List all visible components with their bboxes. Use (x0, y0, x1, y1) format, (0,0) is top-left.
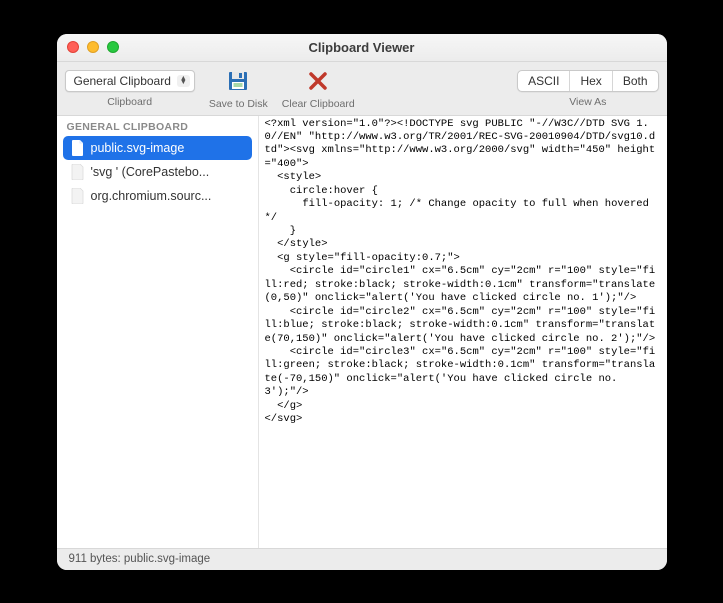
view-as-label: View As (569, 96, 606, 108)
file-icon (71, 140, 85, 156)
main-area: GENERAL CLIPBOARD public.svg-image 'svg … (57, 116, 667, 548)
view-as-segmented: ASCII Hex Both (517, 70, 658, 92)
content-area[interactable]: <?xml version="1.0"?><!DOCTYPE svg PUBLI… (259, 116, 667, 548)
save-label: Save to Disk (209, 98, 268, 110)
dropdown-label: Clipboard (107, 96, 152, 108)
sidebar-item[interactable]: org.chromium.sourc... (57, 184, 258, 208)
clipboard-dropdown[interactable]: General Clipboard ▲▼ (65, 70, 195, 92)
file-icon (71, 188, 85, 204)
floppy-disk-icon (225, 68, 251, 94)
view-as-group: ASCII Hex Both View As (517, 66, 658, 108)
clear-label: Clear Clipboard (282, 98, 355, 110)
sidebar-item[interactable]: 'svg ' (CorePastebo... (57, 160, 258, 184)
minimize-window-button[interactable] (87, 41, 99, 53)
sidebar-item-label: public.svg-image (91, 141, 185, 155)
maximize-window-button[interactable] (107, 41, 119, 53)
sidebar-header: GENERAL CLIPBOARD (57, 116, 258, 136)
dropdown-value: General Clipboard (74, 74, 171, 88)
titlebar[interactable]: Clipboard Viewer (57, 34, 667, 62)
status-text: 911 bytes: public.svg-image (69, 553, 211, 565)
sidebar: GENERAL CLIPBOARD public.svg-image 'svg … (57, 116, 259, 548)
view-hex-button[interactable]: Hex (570, 71, 612, 91)
sidebar-item-label: org.chromium.sourc... (91, 189, 212, 203)
view-ascii-button[interactable]: ASCII (518, 71, 570, 91)
view-both-button[interactable]: Both (613, 71, 658, 91)
app-window: Clipboard Viewer General Clipboard ▲▼ Cl… (57, 34, 667, 570)
clipboard-dropdown-group: General Clipboard ▲▼ Clipboard (65, 66, 195, 108)
dropdown-chevron-icon: ▲▼ (177, 75, 190, 87)
content-text: <?xml version="1.0"?><!DOCTYPE svg PUBLI… (265, 118, 661, 427)
sidebar-item[interactable]: public.svg-image (63, 136, 252, 160)
clear-clipboard-button[interactable]: Clear Clipboard (282, 66, 355, 110)
traffic-lights (67, 41, 119, 53)
close-window-button[interactable] (67, 41, 79, 53)
statusbar: 911 bytes: public.svg-image (57, 548, 667, 570)
file-icon (71, 164, 85, 180)
x-delete-icon (305, 68, 331, 94)
sidebar-item-label: 'svg ' (CorePastebo... (91, 165, 210, 179)
toolbar: General Clipboard ▲▼ Clipboard Save to D… (57, 62, 667, 116)
window-title: Clipboard Viewer (57, 40, 667, 55)
save-to-disk-button[interactable]: Save to Disk (209, 66, 268, 110)
